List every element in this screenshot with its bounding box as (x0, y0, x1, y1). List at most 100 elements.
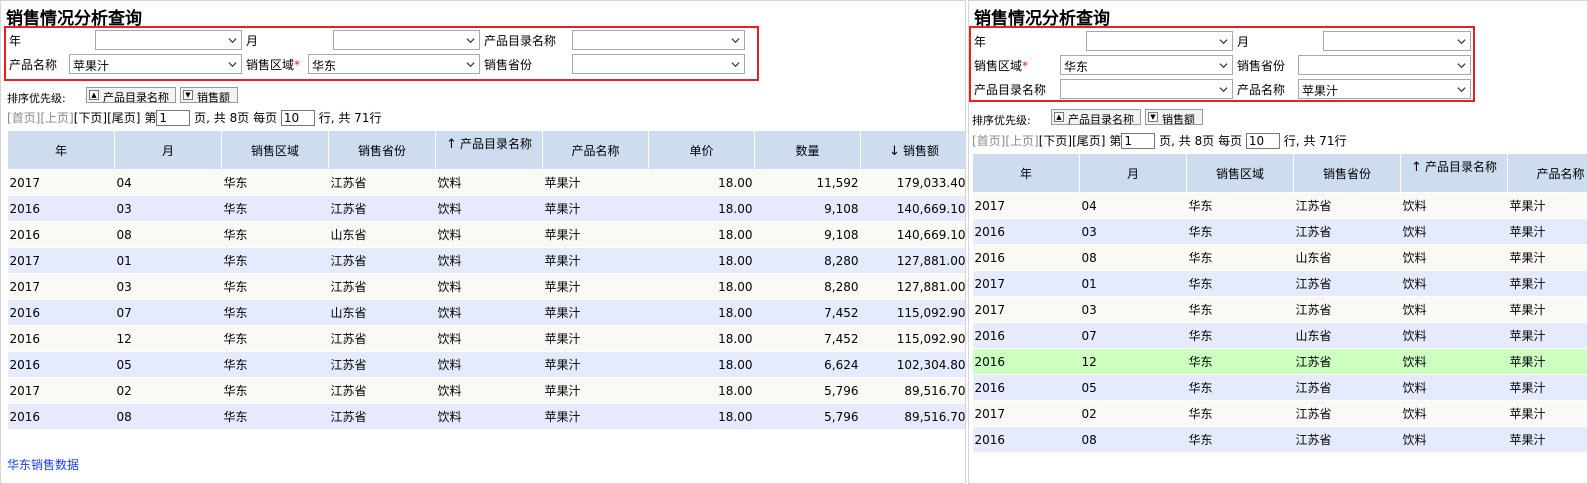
column-header[interactable]: 月 (114, 130, 222, 170)
table-cell: 05 (114, 351, 222, 378)
month-select[interactable] (333, 30, 480, 50)
table-cell: 2016 (972, 374, 1080, 401)
table-row[interactable]: 201608华东江苏省饮料苹果汁18.005,79689,516.70 (7, 403, 965, 430)
table-cell: 饮料 (435, 221, 543, 248)
column-header[interactable]: 销售省份 (1293, 153, 1401, 193)
year-select[interactable] (1086, 31, 1233, 51)
table-cell: 饮料 (435, 377, 543, 404)
month-select[interactable] (1323, 31, 1471, 51)
table-cell: 03 (114, 195, 222, 222)
catalog-select[interactable] (1060, 79, 1233, 99)
table-cell: 03 (114, 273, 222, 300)
table-cell: 饮料 (435, 403, 543, 430)
province-select[interactable] (1298, 55, 1471, 75)
table-row[interactable]: 201612华东江苏省饮料苹果汁18.007,452115,092.90 (972, 348, 1587, 375)
sort-field-label: 产品目录名称 (103, 91, 169, 104)
table-cell: 2016 (7, 195, 115, 222)
page-size-input[interactable] (1245, 132, 1280, 149)
table-row[interactable]: 201603华东江苏省饮料苹果汁18.009,108140,669.10 (972, 218, 1587, 245)
sort-field-catalog[interactable]: ▲ 产品目录名称 (86, 87, 176, 104)
last-page-link[interactable]: [尾页] (107, 111, 140, 125)
table-row[interactable]: 201704华东江苏省饮料苹果汁18.0011,592179,033.40 (7, 169, 965, 196)
table-row[interactable]: 201704华东江苏省饮料苹果汁18.0011,592179,033.40 (972, 192, 1587, 219)
next-page-link[interactable]: [下页] (74, 111, 107, 125)
product-select[interactable]: 苹果汁 (1298, 79, 1471, 99)
column-header[interactable]: 单价 (648, 130, 755, 170)
column-header[interactable]: 产品名称 (542, 130, 649, 170)
page-size-input[interactable] (280, 109, 315, 126)
region-select[interactable]: 华东 (1060, 55, 1233, 75)
column-header-label: 产品目录名称 (1424, 160, 1497, 174)
month-label: 月 (1237, 35, 1250, 49)
column-header[interactable]: 产品名称 (1507, 153, 1587, 193)
table-cell: 华东 (1186, 322, 1294, 349)
table-row[interactable]: 201702华东江苏省饮料苹果汁18.005,79689,516.70 (7, 377, 965, 404)
filter-box: 年 月 销售区域* 华东 销售省份 产品目录名称 产品名称 苹果汁 (969, 26, 1475, 102)
page-number-input[interactable] (1121, 132, 1156, 149)
sort-field-sales[interactable]: ▼ 销售额 (1145, 109, 1203, 126)
total-pages-text: 页, 共 8页 每页 (194, 111, 278, 125)
region-select[interactable]: 华东 (308, 54, 480, 74)
table-cell: 江苏省 (328, 273, 436, 300)
sort-field-sales[interactable]: ▼ 销售额 (180, 87, 238, 104)
region-select-value: 华东 (312, 59, 337, 73)
table-cell: 01 (114, 247, 222, 274)
table-cell: 9,108 (754, 221, 861, 248)
table-cell: 江苏省 (328, 403, 436, 430)
table-cell: 饮料 (435, 325, 543, 352)
table-row[interactable]: 201703华东江苏省饮料苹果汁18.008,280127,881.00 (7, 273, 965, 300)
column-header[interactable]: 销售省份 (328, 130, 436, 170)
table-cell: 127,881.00 (860, 273, 965, 300)
column-header[interactable]: ↑ 产品目录名称 (435, 130, 543, 170)
first-page-link[interactable]: [首页] (7, 111, 40, 125)
year-select[interactable] (95, 30, 242, 50)
table-cell: 华东 (221, 169, 329, 196)
table-cell: 140,669.10 (860, 195, 965, 222)
table-row[interactable]: 201607华东山东省饮料苹果汁18.007,452115,092.90 (7, 299, 965, 326)
column-header[interactable]: 年 (7, 130, 115, 170)
chevron-down-icon (1457, 63, 1466, 69)
catalog-select[interactable] (572, 30, 745, 50)
table-row[interactable]: 201605华东江苏省饮料苹果汁18.006,624102,304.80 (972, 374, 1587, 401)
table-cell: 8,280 (754, 273, 861, 300)
page-number-input[interactable] (156, 109, 191, 126)
table-cell: 03 (1079, 218, 1187, 245)
table-row[interactable]: 201605华东江苏省饮料苹果汁18.006,624102,304.80 (7, 351, 965, 378)
table-row[interactable]: 201608华东山东省饮料苹果汁18.009,108140,669.10 (7, 221, 965, 248)
table-cell: 苹果汁 (542, 169, 649, 196)
table-row[interactable]: 201608华东江苏省饮料苹果汁18.005,79689,516.70 (972, 426, 1587, 453)
column-header[interactable]: ↑ 产品目录名称 (1400, 153, 1508, 193)
column-header[interactable]: 数量 (754, 130, 861, 170)
last-page-link[interactable]: [尾页] (1072, 134, 1105, 148)
next-page-link[interactable]: [下页] (1039, 134, 1072, 148)
prev-page-link[interactable]: [上页] (40, 111, 73, 125)
sort-field-catalog[interactable]: ▲ 产品目录名称 (1051, 109, 1141, 126)
table-row[interactable]: 201701华东江苏省饮料苹果汁18.008,280127,881.00 (972, 270, 1587, 297)
table-row[interactable]: 201608华东山东省饮料苹果汁18.009,108140,669.10 (972, 244, 1587, 271)
column-header[interactable]: 月 (1079, 153, 1187, 193)
table-row[interactable]: 201701华东江苏省饮料苹果汁18.008,280127,881.00 (7, 247, 965, 274)
product-select-value: 苹果汁 (1302, 84, 1339, 98)
column-header[interactable]: ↓ 销售额 (860, 130, 965, 170)
table-cell: 华东 (1186, 296, 1294, 323)
column-header[interactable]: 销售区域 (1186, 153, 1294, 193)
table-row[interactable]: 201612华东江苏省饮料苹果汁18.007,452115,092.90 (7, 325, 965, 352)
first-page-link[interactable]: [首页] (972, 134, 1005, 148)
arrow-down-icon: ▼ (183, 90, 193, 100)
province-label: 销售省份 (1237, 59, 1286, 73)
column-header[interactable]: 销售区域 (221, 130, 329, 170)
product-select[interactable]: 苹果汁 (69, 54, 242, 74)
sort-field-label: 销售额 (197, 91, 230, 104)
table-row[interactable]: 201603华东江苏省饮料苹果汁18.009,108140,669.10 (7, 195, 965, 222)
table-row[interactable]: 201702华东江苏省饮料苹果汁18.005,79689,516.70 (972, 400, 1587, 427)
table-cell: 2017 (972, 270, 1080, 297)
table-cell: 18.00 (648, 221, 755, 248)
table-row[interactable]: 201607华东山东省饮料苹果汁18.007,452115,092.90 (972, 322, 1587, 349)
prev-page-link[interactable]: [上页] (1005, 134, 1038, 148)
table-cell: 苹果汁 (1507, 400, 1587, 427)
column-header[interactable]: 年 (972, 153, 1080, 193)
table-cell: 江苏省 (328, 377, 436, 404)
footer-link[interactable]: 华东销售数据 (7, 456, 79, 473)
province-select[interactable] (572, 54, 745, 74)
table-row[interactable]: 201703华东江苏省饮料苹果汁18.008,280127,881.00 (972, 296, 1587, 323)
